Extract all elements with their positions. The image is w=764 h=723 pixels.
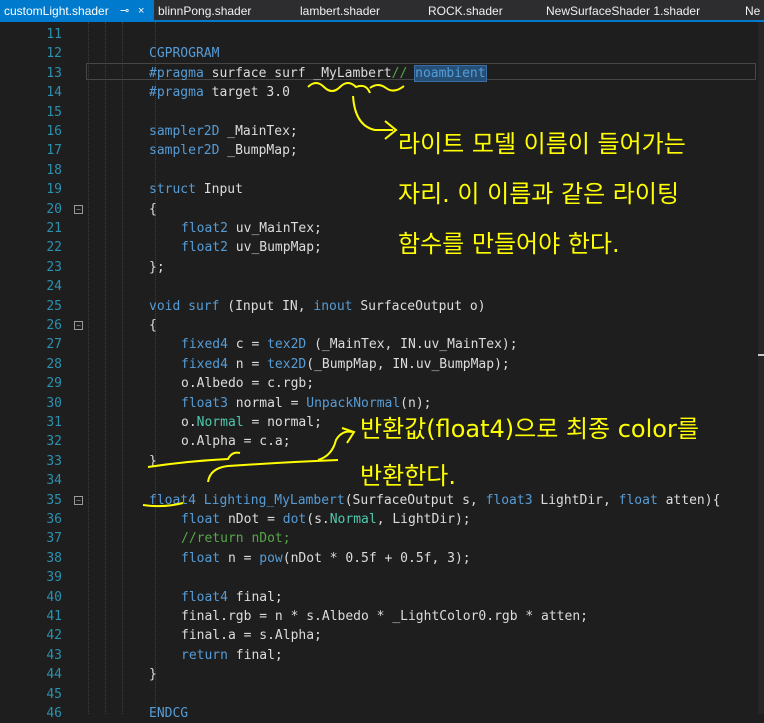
squiggle-underline (307, 82, 371, 94)
annotation-text: 함수를 만들어야 한다. (398, 230, 620, 258)
brace-stroke (207, 459, 339, 483)
annotation-text: 반환값(float4)으로 최종 color를 (360, 415, 699, 443)
curved-arrow (317, 430, 353, 461)
squiggle-underline (369, 84, 405, 92)
annotation-strokes (142, 82, 405, 508)
curved-arrow (352, 95, 393, 131)
annotation-text: 반환한다. (360, 462, 456, 490)
underline-float4 (142, 502, 184, 508)
arrow-head (341, 427, 356, 444)
scrollbar-marker (758, 354, 764, 356)
vertical-scrollbar[interactable] (758, 22, 764, 714)
annotation-text: 라이트 모델 이름이 들어가는 (398, 130, 686, 158)
annotation-text: 자리. 이 이름과 같은 라이팅 (398, 180, 680, 208)
brace-stroke (147, 451, 241, 468)
